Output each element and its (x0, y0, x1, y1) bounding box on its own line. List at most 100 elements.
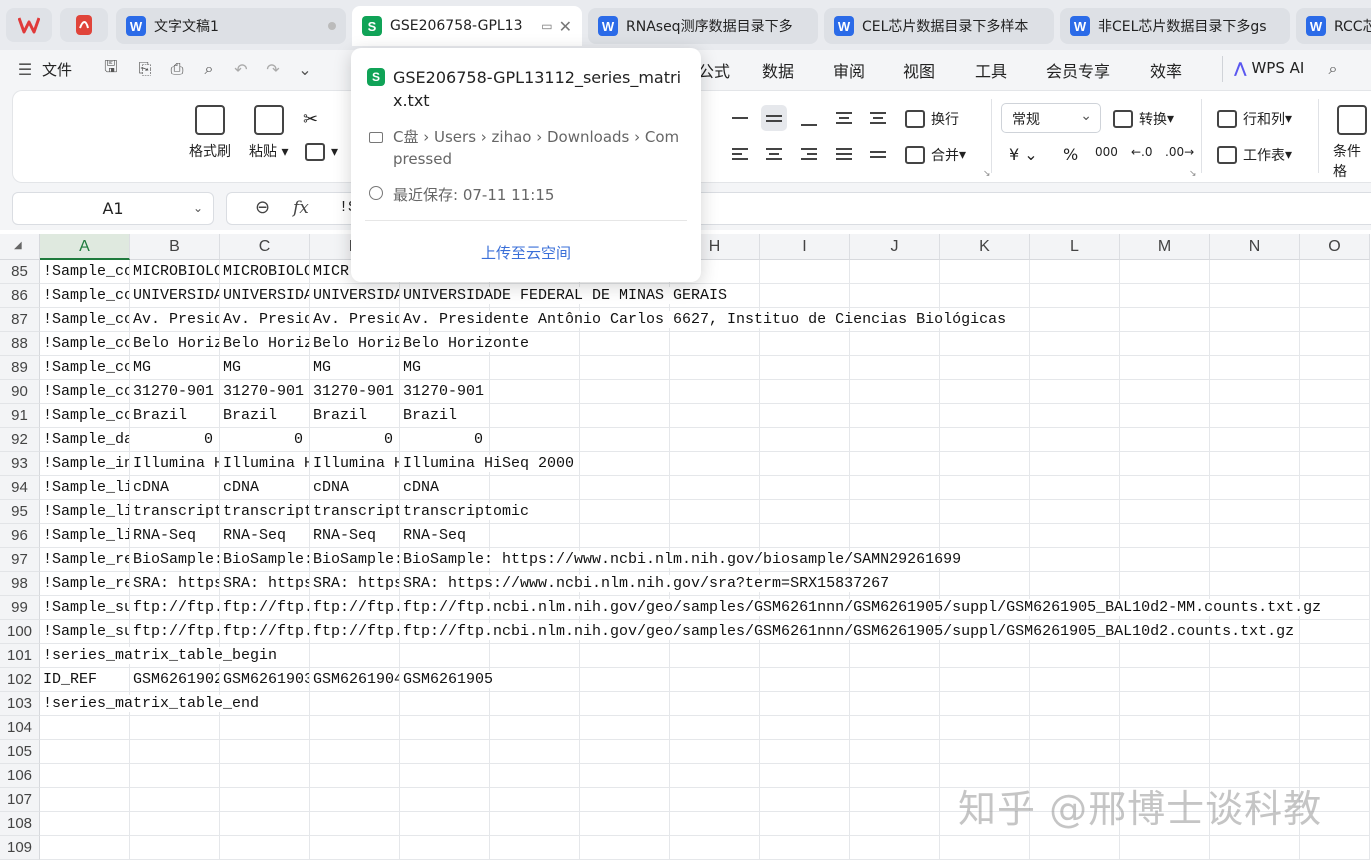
number-format-select[interactable]: 常规 ⌄ (1001, 103, 1101, 133)
row-header[interactable]: 107 (0, 788, 40, 812)
cell-A96[interactable]: !Sample_library_strategy (40, 524, 130, 548)
menu-member[interactable]: 会员专享 (1046, 58, 1110, 82)
cell-O102[interactable] (1300, 668, 1370, 692)
cell-C100[interactable]: ftp://ftp.ncbi (220, 620, 310, 644)
cell-D108[interactable] (310, 812, 400, 836)
cell-H102[interactable] (670, 668, 760, 692)
zoom-icon[interactable]: ⊖ (255, 197, 270, 218)
cut-icon[interactable]: ✂ (303, 109, 318, 130)
cell-G88[interactable] (580, 332, 670, 356)
cell-E95[interactable]: transcriptomic (400, 500, 530, 524)
cell-E94[interactable]: cDNA (400, 476, 490, 500)
cell-L98[interactable] (1030, 572, 1120, 596)
cell-B100[interactable]: ftp://ftp.ncbi (130, 620, 220, 644)
cell-M95[interactable] (1120, 500, 1210, 524)
row-header[interactable]: 87 (0, 308, 40, 332)
align-left-icon[interactable] (727, 141, 753, 167)
cell-N101[interactable] (1210, 644, 1300, 668)
cell-C86[interactable]: UNIVERSIDADE (220, 284, 310, 308)
cell-A105[interactable] (40, 740, 130, 764)
cell-F102[interactable] (490, 668, 580, 692)
cell-F103[interactable] (490, 692, 580, 716)
cell-J96[interactable] (850, 524, 940, 548)
align-right-icon[interactable] (796, 141, 822, 167)
cell-J103[interactable] (850, 692, 940, 716)
tab-writer-doc-1[interactable]: W 文字文稿1 (116, 8, 346, 44)
cell-I108[interactable] (760, 812, 850, 836)
tab-writer-doc-rcc[interactable]: W RCC芯 (1296, 8, 1371, 44)
cell-L109[interactable] (1030, 836, 1120, 860)
cell-B85[interactable]: MICROBIOLOGY (130, 260, 220, 284)
cell-C96[interactable]: RNA-Seq (220, 524, 310, 548)
thousands-button[interactable]: 000 (1095, 145, 1118, 159)
cell-D86[interactable]: UNIVERSIDADE (310, 284, 400, 308)
cell-M101[interactable] (1120, 644, 1210, 668)
cell-H104[interactable] (670, 716, 760, 740)
cell-E101[interactable] (400, 644, 490, 668)
cell-H89[interactable] (670, 356, 760, 380)
cell-H93[interactable] (670, 452, 760, 476)
cell-J93[interactable] (850, 452, 940, 476)
row-header[interactable]: 97 (0, 548, 40, 572)
cell-H108[interactable] (670, 812, 760, 836)
cell-E89[interactable]: MG (400, 356, 490, 380)
cell-G107[interactable] (580, 788, 670, 812)
cell-B104[interactable] (130, 716, 220, 740)
cell-I85[interactable] (760, 260, 850, 284)
cell-D87[interactable]: Av. Presidente (310, 308, 400, 332)
cell-J85[interactable] (850, 260, 940, 284)
row-header[interactable]: 99 (0, 596, 40, 620)
search-icon[interactable]: ⌕ (1322, 58, 1344, 80)
cell-K98[interactable] (940, 572, 1030, 596)
row-header[interactable]: 102 (0, 668, 40, 692)
wps-ai-button[interactable]: ⋀ WPS AI (1234, 59, 1304, 77)
cell-H103[interactable] (670, 692, 760, 716)
cell-N94[interactable] (1210, 476, 1300, 500)
cell-O87[interactable] (1300, 308, 1370, 332)
export-icon[interactable]: ⎘ (134, 58, 156, 80)
cell-C92[interactable]: 0 (220, 428, 310, 452)
row-header[interactable]: 104 (0, 716, 40, 740)
cell-B105[interactable] (130, 740, 220, 764)
cell-A108[interactable] (40, 812, 130, 836)
cell-M90[interactable] (1120, 380, 1210, 404)
cell-B97[interactable]: BioSample: https (130, 548, 220, 572)
cell-N91[interactable] (1210, 404, 1300, 428)
cell-K101[interactable] (940, 644, 1030, 668)
cell-I94[interactable] (760, 476, 850, 500)
cell-D94[interactable]: cDNA (310, 476, 400, 500)
cell-D88[interactable]: Belo Horizonte (310, 332, 400, 356)
cell-D101[interactable] (310, 644, 400, 668)
menu-view[interactable]: 视图 (903, 58, 935, 82)
row-header[interactable]: 94 (0, 476, 40, 500)
cell-J92[interactable] (850, 428, 940, 452)
cell-F96[interactable] (490, 524, 580, 548)
cell-M96[interactable] (1120, 524, 1210, 548)
cell-B106[interactable] (130, 764, 220, 788)
cell-C93[interactable]: Illumina HiSeq (220, 452, 310, 476)
cell-F106[interactable] (490, 764, 580, 788)
cell-D96[interactable]: RNA-Seq (310, 524, 400, 548)
tab-spreadsheet-active[interactable]: S GSE206758-GPL13 ▭ ✕ (352, 6, 582, 46)
cell-G101[interactable] (580, 644, 670, 668)
cell-K104[interactable] (940, 716, 1030, 740)
cell-F101[interactable] (490, 644, 580, 668)
cell-G109[interactable] (580, 836, 670, 860)
cell-D90[interactable]: 31270-901 (310, 380, 400, 404)
cell-M105[interactable] (1120, 740, 1210, 764)
cell-G91[interactable] (580, 404, 670, 428)
cell-K94[interactable] (940, 476, 1030, 500)
row-header[interactable]: 96 (0, 524, 40, 548)
cell-H95[interactable] (670, 500, 760, 524)
cell-C99[interactable]: ftp://ftp.ncbi (220, 596, 310, 620)
cell-G103[interactable] (580, 692, 670, 716)
cell-N102[interactable] (1210, 668, 1300, 692)
cell-A94[interactable]: !Sample_library_selection (40, 476, 130, 500)
cell-E97[interactable]: BioSample: https://www.ncbi.nlm.nih.gov/… (400, 548, 962, 572)
cell-I109[interactable] (760, 836, 850, 860)
cell-L105[interactable] (1030, 740, 1120, 764)
cell-K88[interactable] (940, 332, 1030, 356)
cell-B94[interactable]: cDNA (130, 476, 220, 500)
cell-D109[interactable] (310, 836, 400, 860)
cell-F109[interactable] (490, 836, 580, 860)
